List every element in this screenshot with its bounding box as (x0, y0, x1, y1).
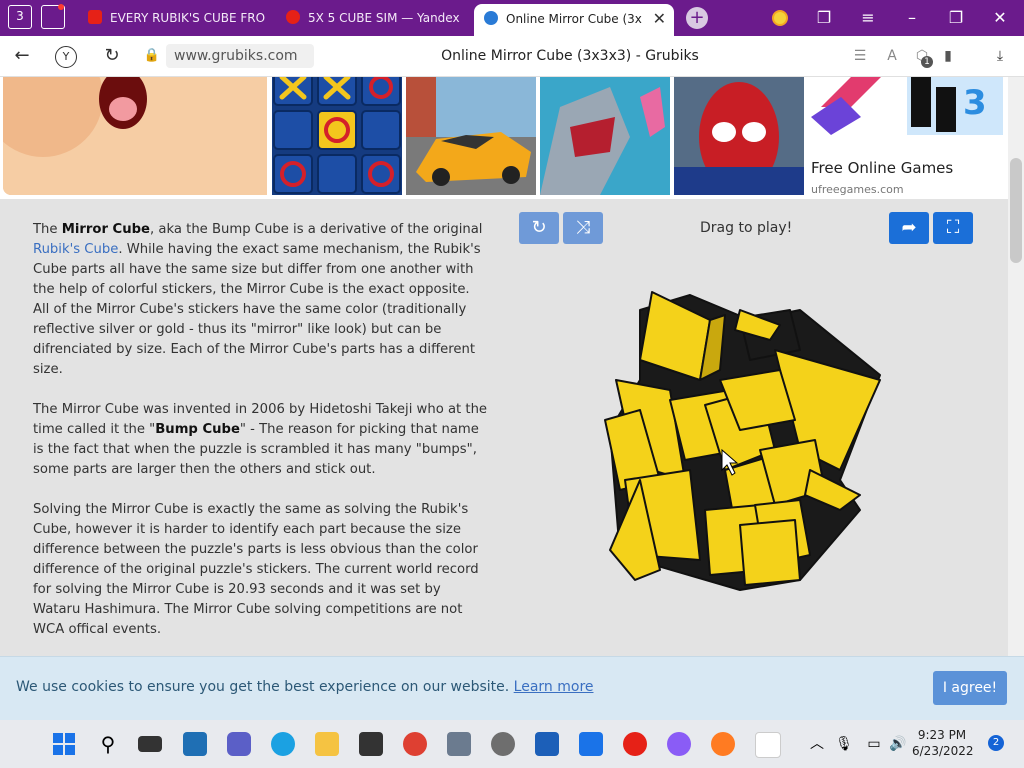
edge-icon[interactable] (271, 732, 295, 756)
search-icon[interactable]: ⚲ (96, 732, 120, 756)
ad-title[interactable]: Free Online Games (811, 159, 953, 177)
globe-icon (484, 11, 498, 25)
ad-thumb-spiderman[interactable] (674, 77, 804, 195)
ad-thumb-face[interactable] (3, 77, 267, 195)
movies-icon[interactable] (535, 732, 559, 756)
restore-icon[interactable]: ❐ (944, 6, 968, 30)
learn-more-link[interactable]: Learn more (514, 679, 594, 695)
system-clock[interactable]: 9:23 PM 6/23/2022 (912, 727, 974, 759)
microphone-icon[interactable]: 🎙 (832, 732, 856, 756)
file-explorer-icon[interactable] (315, 732, 339, 756)
bookmarks-icon[interactable]: ❐ (812, 6, 836, 30)
article-text: The Mirror Cube, aka the Bump Cube is a … (33, 220, 489, 660)
settings-icon[interactable] (491, 732, 515, 756)
start-icon[interactable] (52, 732, 76, 756)
teams-icon[interactable] (227, 732, 251, 756)
close-tab-icon[interactable]: ✕ (653, 4, 666, 34)
notification-dot (58, 4, 64, 10)
windows-taskbar: ⚲ ︿ 🎙 ▭ 🔊 9:23 PM 6/23/2022 2 (0, 720, 1024, 768)
alice-app-icon[interactable] (667, 732, 691, 756)
url-field[interactable]: www.grubiks.com (166, 44, 314, 68)
paragraph-intro: The Mirror Cube, aka the Bump Cube is a … (33, 222, 483, 377)
ad-thumb-car[interactable] (406, 77, 536, 195)
cookie-banner: We use cookies to ensure you get the bes… (0, 656, 1024, 721)
scramble-button[interactable]: ⤨ (563, 212, 603, 244)
share-button[interactable]: ➦ (889, 212, 929, 244)
mirror-cube-canvas[interactable] (600, 280, 900, 600)
menu-icon[interactable]: ≡ (856, 6, 880, 30)
ad-thumb-shark[interactable] (540, 77, 670, 195)
cookie-message: We use cookies to ensure you get the bes… (16, 679, 594, 695)
cartoon-face-image (3, 77, 267, 195)
volume-icon[interactable]: 🔊 (886, 732, 910, 756)
spiderman-image (674, 77, 804, 195)
lock-icon: 🔒 (143, 48, 161, 63)
calendar-icon[interactable] (579, 732, 603, 756)
yandex-app-icon[interactable] (623, 732, 647, 756)
chevron-up-icon[interactable]: ︿ (805, 732, 829, 756)
minimize-icon[interactable]: – (900, 6, 924, 30)
chrome-icon[interactable] (403, 732, 427, 756)
shuffle-icon: ⤨ (575, 217, 591, 238)
yandex-browser-icon[interactable] (755, 732, 781, 758)
close-window-icon[interactable]: ✕ (988, 6, 1012, 30)
task-view-icon[interactable] (138, 736, 162, 752)
notification-badge[interactable]: 2 (988, 735, 1004, 751)
tab-youtube[interactable]: EVERY RUBIK'S CUBE FRO (88, 4, 266, 32)
fullscreen-icon: ⛶ (946, 217, 960, 238)
paragraph-solving: Solving the Mirror Cube is exactly the s… (33, 502, 479, 637)
share-arrow-icon: ➦ (901, 217, 917, 238)
reset-button[interactable]: ↻ (519, 212, 559, 244)
scrollbar-thumb[interactable] (1010, 158, 1022, 263)
address-bar: ← Y ↻ 🔒 www.grubiks.com Online Mirror Cu… (0, 36, 1024, 77)
tab-mirror-cube[interactable]: Online Mirror Cube (3x ✕ (474, 4, 674, 36)
tab-yandex[interactable]: 5X 5 CUBE SIM — Yandex (286, 4, 462, 32)
ad-banner[interactable]: 3 Free Online Games ufreegames.com (0, 77, 1010, 199)
browser-tab-bar: 3 EVERY RUBIK'S CUBE FRO 5X 5 CUBE SIM —… (0, 0, 1024, 36)
refresh-icon: ↻ (531, 217, 547, 238)
tile-number: 3 (963, 83, 987, 123)
paragraph-history: The Mirror Cube was invented in 2006 by … (33, 402, 488, 477)
reload-icon[interactable]: ↻ (100, 44, 124, 68)
yandex-home-icon[interactable]: Y (55, 46, 77, 68)
page-title: Online Mirror Cube (3x3x3) - Grubiks (441, 48, 699, 64)
shark-image (540, 77, 670, 195)
tab-counter-button[interactable]: 3 (8, 5, 32, 29)
sports-car-image (406, 77, 536, 195)
network-icon[interactable]: ▭ (862, 732, 886, 756)
ad-thumb-tictactoe[interactable] (272, 77, 402, 195)
alice-icon[interactable] (772, 10, 788, 26)
extensions-badge: 1 (921, 56, 933, 68)
fullscreen-button[interactable]: ⛶ (933, 212, 973, 244)
drag-instructions: Drag to play! (700, 220, 793, 236)
store-icon[interactable] (359, 732, 383, 756)
download-icon[interactable]: ⤓ (988, 44, 1012, 68)
reader-icon[interactable]: ☰ (848, 44, 872, 68)
widgets-icon[interactable] (183, 732, 207, 756)
firefox-icon[interactable] (711, 732, 735, 756)
bookmark-icon[interactable]: ▮ (936, 44, 960, 68)
yandex-icon (286, 10, 300, 24)
calculator-icon[interactable] (447, 732, 471, 756)
ad-thumb-tiles[interactable]: 3 (811, 77, 1003, 135)
clock-time: 9:23 PM (917, 728, 967, 742)
rubiks-cube-link[interactable]: Rubik's Cube (33, 242, 118, 257)
new-tab-button[interactable]: + (686, 7, 708, 29)
youtube-icon (88, 10, 102, 24)
clock-date: 6/23/2022 (912, 744, 974, 758)
ad-subtitle[interactable]: ufreegames.com (811, 183, 904, 196)
agree-button[interactable]: I agree! (933, 671, 1007, 705)
tictactoe-image (272, 77, 402, 195)
back-icon[interactable]: ← (10, 44, 34, 68)
translate-icon[interactable]: A (880, 44, 904, 68)
